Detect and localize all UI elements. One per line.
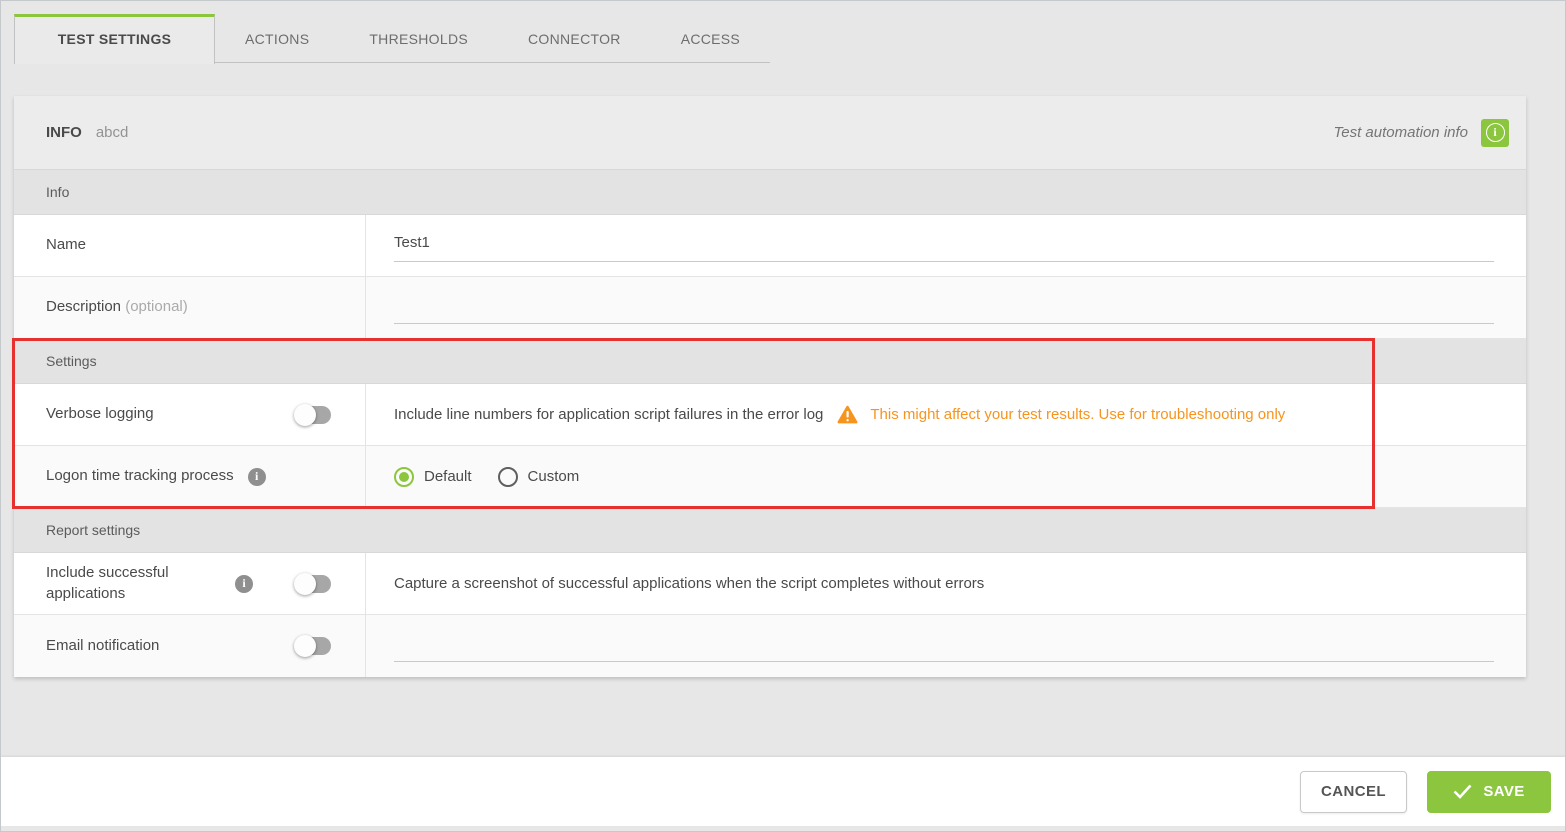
- row-description: Description (optional): [14, 277, 1526, 339]
- tab-test-settings[interactable]: TEST SETTINGS: [14, 14, 215, 64]
- verbose-logging-toggle[interactable]: [294, 403, 331, 426]
- name-label: Name: [46, 236, 87, 254]
- row-name: Name: [14, 215, 1526, 277]
- tab-thresholds[interactable]: THRESHOLDS: [339, 15, 499, 63]
- tab-access[interactable]: ACCESS: [650, 15, 771, 63]
- verbose-logging-label-cell: Verbose logging: [14, 384, 366, 445]
- radio-selected-icon[interactable]: [394, 466, 414, 487]
- include-successful-description: Capture a screenshot of successful appli…: [394, 575, 985, 592]
- row-logon-tracking: Logon time tracking process i Default Cu…: [14, 446, 1526, 508]
- name-input[interactable]: [394, 229, 1494, 262]
- verbose-logging-value-cell: Include line numbers for application scr…: [366, 384, 1526, 445]
- toggle-knob: [294, 635, 316, 657]
- toggle-knob: [294, 572, 316, 595]
- include-successful-value-cell: Capture a screenshot of successful appli…: [366, 553, 1526, 614]
- description-label-cell: Description (optional): [14, 277, 366, 338]
- email-notification-label-cell: Email notification: [14, 615, 366, 677]
- radio-custom-label: Custom: [527, 468, 580, 485]
- panel-header: INFO abcd Test automation info i: [14, 96, 1526, 170]
- tab-actions[interactable]: ACTIONS: [215, 15, 340, 63]
- toggle-knob: [294, 403, 316, 426]
- test-automation-info-label: Test automation info: [1333, 124, 1468, 141]
- logon-tracking-label-cell: Logon time tracking process i: [14, 446, 366, 507]
- info-icon-glyph: i: [1485, 123, 1505, 142]
- footer-action-bar: CANCEL SAVE: [1, 757, 1565, 826]
- description-label: Description (optional): [46, 297, 188, 317]
- cancel-button[interactable]: CANCEL: [1300, 770, 1407, 813]
- logon-process-radio-group: Default Custom: [394, 466, 580, 487]
- test-settings-panel: INFO abcd Test automation info i Info Na…: [14, 96, 1526, 677]
- logon-tracking-label: Logon time tracking process: [46, 467, 234, 485]
- email-notification-toggle[interactable]: [294, 635, 331, 657]
- description-input[interactable]: [394, 291, 1494, 324]
- section-header-report-settings: Report settings: [14, 508, 1526, 553]
- include-successful-label: Include successful applications: [46, 564, 169, 602]
- logon-tracking-value-cell: Default Custom: [366, 446, 1526, 507]
- description-label-text: Description: [46, 298, 122, 316]
- email-notification-label: Email notification: [46, 636, 160, 654]
- name-label-cell: Name: [14, 215, 366, 276]
- verbose-logging-description: Include line numbers for application scr…: [394, 406, 824, 423]
- include-successful-toggle[interactable]: [294, 572, 331, 595]
- section-header-settings: Settings: [14, 339, 1526, 384]
- radio-option-default[interactable]: Default: [394, 466, 472, 487]
- panel-subtitle: abcd: [95, 124, 129, 141]
- section-header-info: Info: [14, 170, 1526, 215]
- warning-icon: [837, 405, 858, 424]
- row-verbose-logging: Verbose logging Include line numbers for…: [14, 384, 1526, 446]
- verbose-warning-text: This might affect your test results. Use…: [870, 406, 1286, 423]
- info-icon[interactable]: i: [247, 467, 266, 486]
- tab-connector[interactable]: CONNECTOR: [498, 15, 651, 63]
- row-email-notification: Email notification: [14, 615, 1526, 677]
- save-button[interactable]: SAVE: [1427, 770, 1551, 813]
- verbose-logging-label: Verbose logging: [46, 405, 154, 423]
- email-notification-value-cell: [366, 615, 1526, 677]
- info-icon[interactable]: i: [235, 574, 253, 593]
- description-value-cell: [366, 277, 1526, 338]
- email-notification-input[interactable]: [394, 630, 1494, 662]
- name-value-cell: [366, 215, 1526, 276]
- verbose-warning: This might affect your test results. Use…: [837, 405, 1285, 424]
- info-icon[interactable]: i: [1481, 118, 1509, 147]
- check-icon: [1453, 784, 1472, 799]
- panel-title: INFO: [46, 124, 82, 141]
- include-successful-label-cell: Include successful applications i: [14, 553, 366, 614]
- radio-unselected-icon[interactable]: [497, 466, 518, 487]
- save-button-label: SAVE: [1483, 783, 1525, 800]
- radio-option-custom[interactable]: Custom: [497, 466, 580, 487]
- radio-default-label: Default: [424, 468, 472, 485]
- tab-bar: TEST SETTINGS ACTIONS THRESHOLDS CONNECT…: [14, 14, 771, 64]
- row-include-successful: Include successful applications i Captur…: [14, 553, 1526, 615]
- description-optional-text: (optional): [125, 298, 188, 316]
